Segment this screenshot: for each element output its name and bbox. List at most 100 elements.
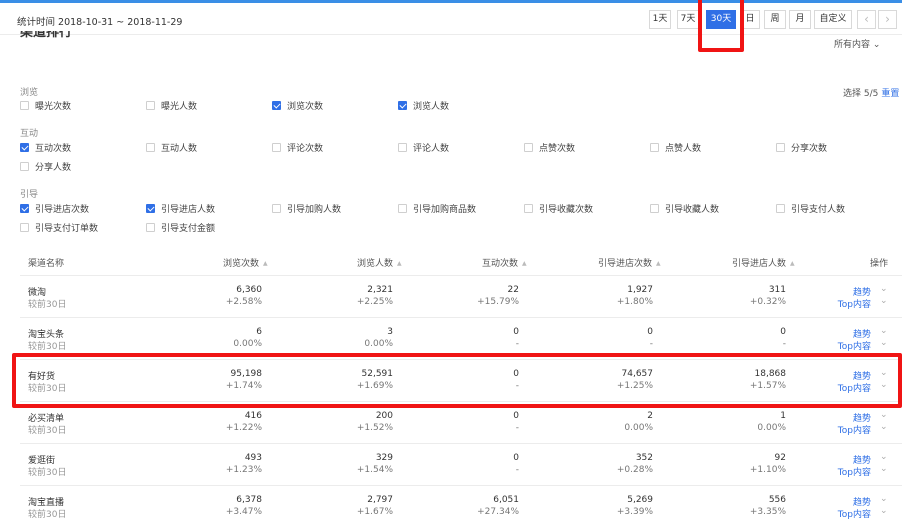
metric-value: 22 bbox=[507, 285, 519, 295]
metric-change: +1.69% bbox=[356, 381, 393, 391]
metric-change: +1.25% bbox=[616, 381, 653, 391]
compare-label: 较前30日 bbox=[28, 342, 67, 352]
range-day-button[interactable]: 日 bbox=[740, 10, 760, 29]
metric-change: - bbox=[782, 339, 786, 349]
column-header-interact-count[interactable]: 互动次数 ▲ bbox=[482, 256, 527, 269]
metric-checkbox[interactable]: 曝光人数 bbox=[146, 101, 197, 113]
column-header-actions: 操作 bbox=[870, 259, 889, 269]
chevron-down-icon[interactable]: ⌄ bbox=[880, 422, 888, 432]
range-1day-button[interactable]: 1天 bbox=[649, 10, 671, 29]
column-header-browse-users[interactable]: 浏览人数 ▲ bbox=[357, 256, 402, 269]
metric-checkbox[interactable]: 引导支付人数 bbox=[776, 204, 845, 216]
chevron-left-icon[interactable]: ‹ bbox=[857, 10, 876, 29]
metric-checkbox[interactable]: 引导收藏人数 bbox=[650, 204, 719, 216]
metric-checkbox[interactable]: 引导进店次数 bbox=[20, 204, 89, 216]
metric-select-count: 选择 5/5 重置 bbox=[843, 89, 900, 99]
metric-value: 6,378 bbox=[236, 495, 262, 505]
metric-change: +1.10% bbox=[749, 465, 786, 475]
group-label-interact: 互动 bbox=[20, 129, 39, 139]
metric-checkbox[interactable]: 评论次数 bbox=[272, 143, 323, 155]
top-content-link[interactable]: Top内容 bbox=[838, 465, 871, 478]
row-divider bbox=[20, 401, 902, 402]
metric-value: 2 bbox=[647, 411, 653, 421]
metric-checkbox[interactable]: 分享人数 bbox=[20, 162, 71, 174]
metric-value: 493 bbox=[244, 453, 262, 463]
metric-checkbox[interactable]: 引导加购商品数 bbox=[398, 204, 476, 216]
date-toolbar: 统计时间 2018-10-31 ~ 2018-11-29 1天 7天 30天 日… bbox=[0, 3, 902, 35]
metric-change: +1.57% bbox=[749, 381, 786, 391]
metric-checkbox[interactable]: 评论人数 bbox=[398, 143, 449, 155]
metric-value: 2,321 bbox=[367, 285, 393, 295]
metric-value: 0 bbox=[513, 327, 519, 337]
metric-change: - bbox=[515, 381, 519, 391]
top-content-link[interactable]: Top内容 bbox=[838, 339, 871, 352]
range-7day-button[interactable]: 7天 bbox=[677, 10, 699, 29]
content-filter-dropdown[interactable]: 所有内容 ⌄ bbox=[834, 37, 880, 50]
metric-checkbox[interactable]: 浏览次数 bbox=[272, 101, 323, 113]
chevron-down-icon[interactable]: ⌄ bbox=[880, 464, 888, 474]
range-30day-button[interactable]: 30天 bbox=[706, 10, 736, 29]
range-month-button[interactable]: 月 bbox=[789, 10, 811, 29]
chevron-down-icon[interactable]: ⌄ bbox=[880, 284, 888, 294]
metric-checkbox[interactable]: 引导加购人数 bbox=[272, 204, 341, 216]
column-header-guide-visit-users[interactable]: 引导进店人数 ▲ bbox=[732, 256, 795, 269]
column-header-guide-visit-count[interactable]: 引导进店次数 ▲ bbox=[598, 256, 661, 269]
metric-value: 52,591 bbox=[361, 369, 394, 379]
metric-checkbox[interactable]: 引导支付金额 bbox=[146, 223, 215, 235]
metric-value: 329 bbox=[375, 453, 393, 463]
top-content-link[interactable]: Top内容 bbox=[838, 297, 871, 310]
top-content-link[interactable]: Top内容 bbox=[838, 423, 871, 436]
chevron-down-icon: ⌄ bbox=[872, 40, 881, 50]
sort-icon: ▲ bbox=[656, 260, 661, 267]
top-content-link[interactable]: Top内容 bbox=[838, 381, 871, 394]
metric-checkbox[interactable]: 浏览人数 bbox=[398, 101, 449, 113]
column-header-browse-count[interactable]: 浏览次数 ▲ bbox=[223, 256, 268, 269]
reset-link[interactable]: 重置 bbox=[881, 89, 899, 99]
metric-checkbox[interactable]: 点赞人数 bbox=[650, 143, 701, 155]
metric-value: 6,360 bbox=[236, 285, 262, 295]
chevron-down-icon[interactable]: ⌄ bbox=[880, 506, 888, 516]
chevron-down-icon[interactable]: ⌄ bbox=[880, 296, 888, 306]
metric-checkbox[interactable]: 点赞次数 bbox=[524, 143, 575, 155]
chevron-down-icon[interactable]: ⌄ bbox=[880, 494, 888, 504]
compare-label: 较前30日 bbox=[28, 384, 67, 394]
metric-checkbox[interactable]: 分享次数 bbox=[776, 143, 827, 155]
metric-change: +1.74% bbox=[225, 381, 262, 391]
metric-change: +2.58% bbox=[225, 297, 262, 307]
metric-value: 1 bbox=[780, 411, 786, 421]
metric-value: 6,051 bbox=[493, 495, 519, 505]
metric-change: +1.80% bbox=[616, 297, 653, 307]
metric-change: +1.52% bbox=[356, 423, 393, 433]
metric-value: 74,657 bbox=[621, 369, 654, 379]
metric-change: +1.54% bbox=[356, 465, 393, 475]
metric-checkbox[interactable]: 曝光次数 bbox=[20, 101, 71, 113]
metric-checkbox[interactable]: 引导进店人数 bbox=[146, 204, 215, 216]
metric-checkbox[interactable]: 引导收藏次数 bbox=[524, 204, 593, 216]
metric-checkbox[interactable]: 互动次数 bbox=[20, 143, 71, 155]
metric-change: +27.34% bbox=[477, 507, 519, 517]
chevron-down-icon[interactable]: ⌄ bbox=[880, 338, 888, 348]
range-week-button[interactable]: 周 bbox=[764, 10, 786, 29]
compare-label: 较前30日 bbox=[28, 300, 67, 310]
chevron-down-icon[interactable]: ⌄ bbox=[880, 326, 888, 336]
chevron-down-icon[interactable]: ⌄ bbox=[880, 452, 888, 462]
metric-change: +15.79% bbox=[477, 297, 519, 307]
metric-change: 0.00% bbox=[757, 423, 786, 433]
top-content-link[interactable]: Top内容 bbox=[838, 507, 871, 520]
metric-change: +0.32% bbox=[749, 297, 786, 307]
metric-change: 0.00% bbox=[364, 339, 393, 349]
metric-checkbox[interactable]: 互动人数 bbox=[146, 143, 197, 155]
metric-value: 0 bbox=[513, 369, 519, 379]
sort-icon: ▲ bbox=[790, 260, 795, 267]
metric-value: 1,927 bbox=[627, 285, 653, 295]
chevron-down-icon[interactable]: ⌄ bbox=[880, 380, 888, 390]
chevron-down-icon[interactable]: ⌄ bbox=[880, 368, 888, 378]
metric-change: +3.35% bbox=[749, 507, 786, 517]
chevron-down-icon[interactable]: ⌄ bbox=[880, 410, 888, 420]
metric-value: 556 bbox=[768, 495, 786, 505]
sort-icon: ▲ bbox=[522, 260, 527, 267]
metric-checkbox[interactable]: 引导支付订单数 bbox=[20, 223, 98, 235]
chevron-right-icon[interactable]: › bbox=[878, 10, 897, 29]
metric-value: 416 bbox=[244, 411, 262, 421]
range-custom-button[interactable]: 自定义 bbox=[814, 10, 852, 29]
